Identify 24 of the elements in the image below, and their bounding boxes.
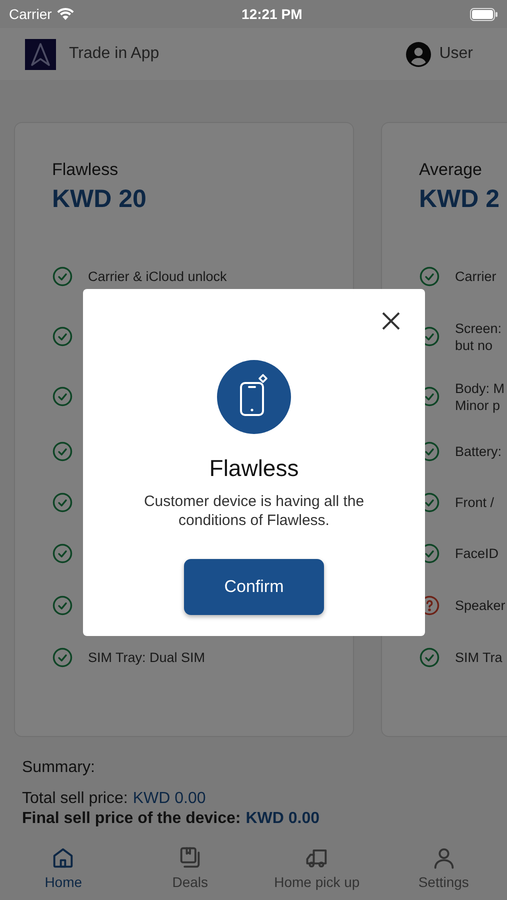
- grade-price: KWD 20: [52, 184, 148, 215]
- grade-price: KWD 2: [419, 184, 501, 215]
- summary-label: Total sell price:: [22, 789, 128, 809]
- grade-title: Average: [419, 159, 484, 181]
- condition-text: Carrier & iCloud unlock: [88, 268, 227, 284]
- condition-text: Battery:: [455, 442, 502, 460]
- grade-title: Flawless: [52, 159, 120, 181]
- condition-text: Speaker: [455, 596, 506, 614]
- condition-text: FaceID: [455, 545, 499, 562]
- condition-text: Body: M Minor p: [455, 380, 505, 414]
- status-time: 12:21 PM: [242, 4, 302, 24]
- dialog-message: Customer device is having all the conditions of Flawless.: [142, 492, 366, 530]
- condition-text: SIM Tray: Dual SIM: [88, 648, 206, 666]
- condition-text: Screen: but no: [455, 320, 502, 354]
- summary-title: Summary:: [22, 758, 96, 778]
- summary-label: Final sell price of the device:: [22, 809, 241, 829]
- summary-value: KWD 0.00: [132, 789, 206, 809]
- carrier-text: Carrier: [9, 4, 52, 24]
- dialog-title: Flawless: [209, 454, 299, 482]
- summary-value: KWD 0.00: [246, 809, 320, 829]
- condition-text: Front /: [455, 494, 494, 511]
- condition-text: SIM Tra: [455, 648, 502, 666]
- app-name: Trade in App: [69, 44, 160, 64]
- condition-text: Carrier: [455, 268, 496, 284]
